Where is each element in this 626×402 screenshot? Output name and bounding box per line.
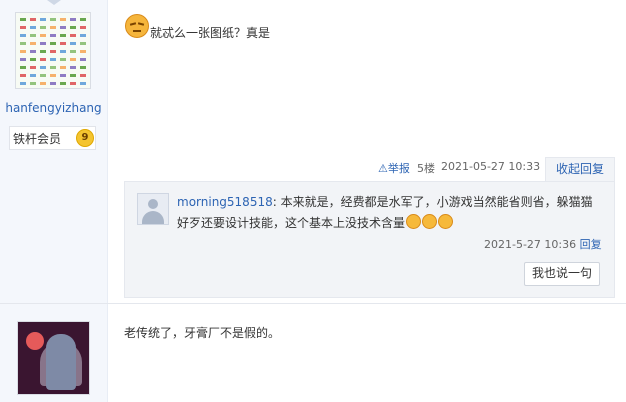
reply-user-avatar[interactable] [137, 193, 169, 225]
laugh-emoji-icon [406, 214, 422, 229]
reply-time: 2021-5-27 10:36 [484, 238, 577, 251]
user-avatar[interactable] [17, 321, 90, 395]
member-badge-label: 铁杆会员 [13, 132, 62, 146]
post-content: 就忒么一张图纸？真是 [150, 26, 271, 40]
report-link[interactable]: ⚠举报 [378, 160, 410, 176]
report-label: 举报 [387, 162, 410, 175]
collapse-replies-button[interactable]: 收起回复 [545, 157, 615, 182]
level-badge-icon: 9 [76, 129, 94, 147]
laugh-emoji-icon [422, 214, 438, 229]
pouting-face-icon [125, 14, 149, 38]
member-badge[interactable]: 铁杆会员 9 [9, 126, 96, 150]
author-sidebar: hanfengyizhang 铁杆会员 9 [0, 0, 108, 303]
reply-button[interactable]: 回复 [580, 238, 602, 251]
reply-meta: 2021-5-27 10:36 回复 [484, 236, 602, 252]
floor-number: 5楼 [417, 162, 435, 175]
username-link[interactable]: hanfengyizhang [0, 101, 107, 115]
laugh-emoji-icon [438, 214, 454, 229]
reply-content: morning518518: 本来就是，经费都是水军了，小游戏当然能省则省，躲猫… [177, 192, 595, 234]
post-content: 老传统了，牙膏厂不是假的。 [124, 326, 281, 340]
sidebar-pointer [47, 0, 61, 5]
say-something-button[interactable]: 我也说一句 [524, 262, 600, 286]
reply-author-link[interactable]: morning518518 [177, 195, 273, 209]
post-time: 2021-05-27 10:33 [441, 160, 541, 173]
user-avatar[interactable] [15, 12, 91, 89]
warning-icon: ⚠ [378, 162, 388, 175]
